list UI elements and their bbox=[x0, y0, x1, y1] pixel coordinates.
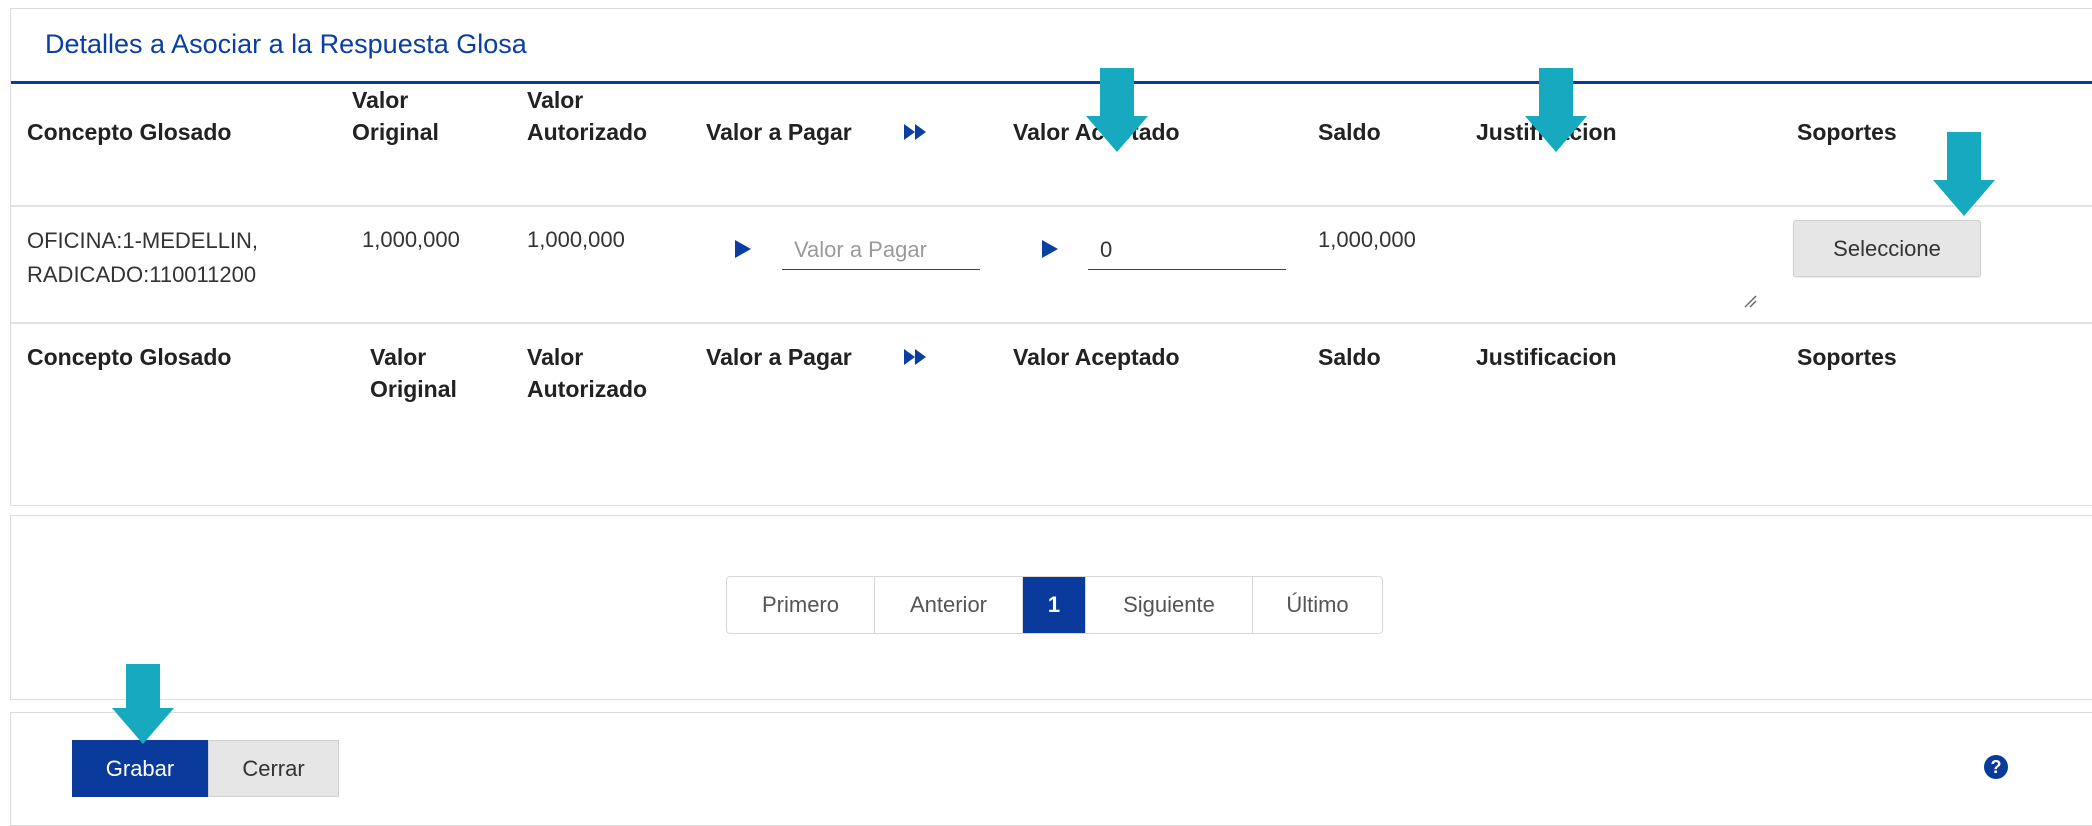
pager-prev[interactable]: Anterior bbox=[875, 577, 1023, 633]
pager-first[interactable]: Primero bbox=[727, 577, 875, 633]
row-divider bbox=[10, 205, 2092, 207]
footer-valor-aceptado: Valor Aceptado bbox=[1013, 344, 1180, 370]
pager-next[interactable]: Siguiente bbox=[1086, 577, 1253, 633]
header-concepto: Concepto Glosado bbox=[27, 119, 232, 145]
row-divider bbox=[10, 322, 2092, 324]
play-icon[interactable] bbox=[735, 240, 751, 258]
footer-valor-pagar: Valor a Pagar bbox=[706, 344, 852, 370]
panel-title: Detalles a Asociar a la Respuesta Glosa bbox=[45, 29, 527, 59]
help-icon[interactable]: ? bbox=[1984, 755, 2008, 779]
title-divider bbox=[11, 81, 2092, 84]
footer-saldo: Saldo bbox=[1318, 344, 1381, 370]
fast-forward-icon[interactable] bbox=[904, 122, 928, 142]
footer-valor-autorizado: Valor Autorizado bbox=[527, 344, 648, 402]
cerrar-button[interactable]: Cerrar bbox=[208, 740, 339, 797]
cell-valor-autorizado: 1,000,000 bbox=[527, 227, 625, 252]
header-valor-pagar: Valor a Pagar bbox=[706, 119, 852, 145]
footer-soportes: Soportes bbox=[1797, 344, 1897, 370]
header-saldo: Saldo bbox=[1318, 119, 1381, 145]
header-valor-autorizado: Valor Autorizado bbox=[527, 87, 648, 145]
pagination: Primero Anterior 1 Siguiente Último bbox=[726, 576, 1383, 634]
seleccione-button[interactable]: Seleccione bbox=[1793, 220, 1981, 277]
grabar-button[interactable]: Grabar bbox=[72, 740, 208, 797]
valor-aceptado-input[interactable] bbox=[1088, 230, 1286, 270]
cell-valor-original: 1,000,000 bbox=[362, 227, 460, 252]
pager-current[interactable]: 1 bbox=[1023, 577, 1086, 633]
footer-valor-original: Valor Original bbox=[370, 344, 457, 402]
pager-last[interactable]: Último bbox=[1253, 577, 1382, 633]
valor-pagar-input[interactable] bbox=[782, 230, 980, 270]
footer-justificacion: Justificacion bbox=[1476, 344, 1617, 370]
play-icon[interactable] bbox=[1042, 240, 1058, 258]
textarea-resize-handle[interactable] bbox=[1743, 294, 1757, 308]
cell-saldo: 1,000,000 bbox=[1318, 227, 1416, 252]
footer-concepto: Concepto Glosado bbox=[27, 344, 232, 370]
header-soportes: Soportes bbox=[1797, 119, 1897, 145]
header-valor-original: Valor Original bbox=[352, 87, 439, 145]
cell-concepto: OFICINA:1-MEDELLIN, RADICADO:110011200 bbox=[27, 228, 259, 287]
fast-forward-icon[interactable] bbox=[904, 347, 928, 367]
